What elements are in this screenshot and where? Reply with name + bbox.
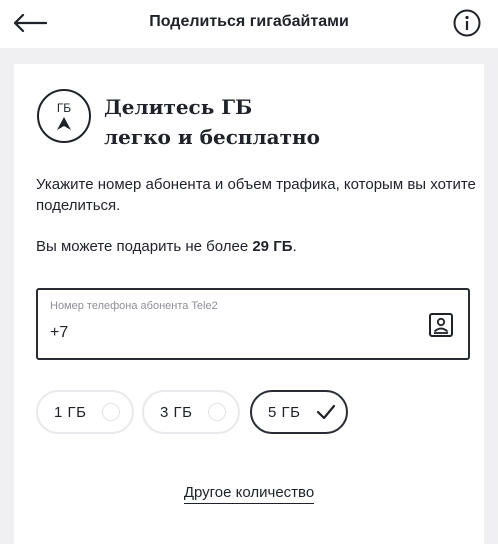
limit-prefix: Вы можете подарить не более [36, 238, 253, 255]
other-amount-row: Другое количество [14, 484, 484, 504]
info-icon [453, 9, 481, 37]
instruction-text: Укажите номер абонента и объем трафика, … [36, 176, 476, 214]
gb-badge-icon: ГБ [36, 88, 92, 144]
promo-title: Делитесь ГБ легко и бесплатно [104, 92, 320, 152]
info-button[interactable] [452, 8, 482, 38]
promo-title-line2: легко и бесплатно [104, 125, 320, 149]
other-amount-link[interactable]: Другое количество [183, 484, 315, 504]
option-3gb-label: 3 ГБ [160, 403, 193, 421]
phone-input-value[interactable]: +7 [50, 324, 68, 342]
option-1gb[interactable]: 1 ГБ [36, 390, 134, 434]
phone-input-label: Номер телефона абонента Tele2 [50, 300, 218, 312]
share-card: ГБ Делитесь ГБ легко и бесплатно Укажите… [14, 64, 484, 544]
option-1gb-label: 1 ГБ [54, 403, 87, 421]
phone-input[interactable]: Номер телефона абонента Tele2 +7 [36, 288, 470, 360]
contacts-button[interactable] [428, 312, 454, 338]
limit-text: Вы можете подарить не более 29 ГБ. [36, 236, 476, 257]
badge-text: ГБ [57, 101, 71, 115]
option-5gb-label: 5 ГБ [268, 403, 301, 421]
promo-title-line1: Делитесь ГБ [104, 95, 253, 119]
contact-book-icon [429, 313, 453, 337]
page-title: Поделиться гигабайтами [149, 13, 349, 30]
radio-empty-icon [208, 403, 226, 421]
limit-amount: 29 ГБ [252, 238, 293, 255]
option-3gb[interactable]: 3 ГБ [142, 390, 240, 434]
checkmark-icon [316, 404, 336, 420]
option-5gb[interactable]: 5 ГБ [250, 390, 348, 434]
limit-suffix: . [292, 238, 297, 255]
radio-empty-icon [102, 403, 120, 421]
top-app-bar: Поделиться гигабайтами [0, 0, 498, 48]
